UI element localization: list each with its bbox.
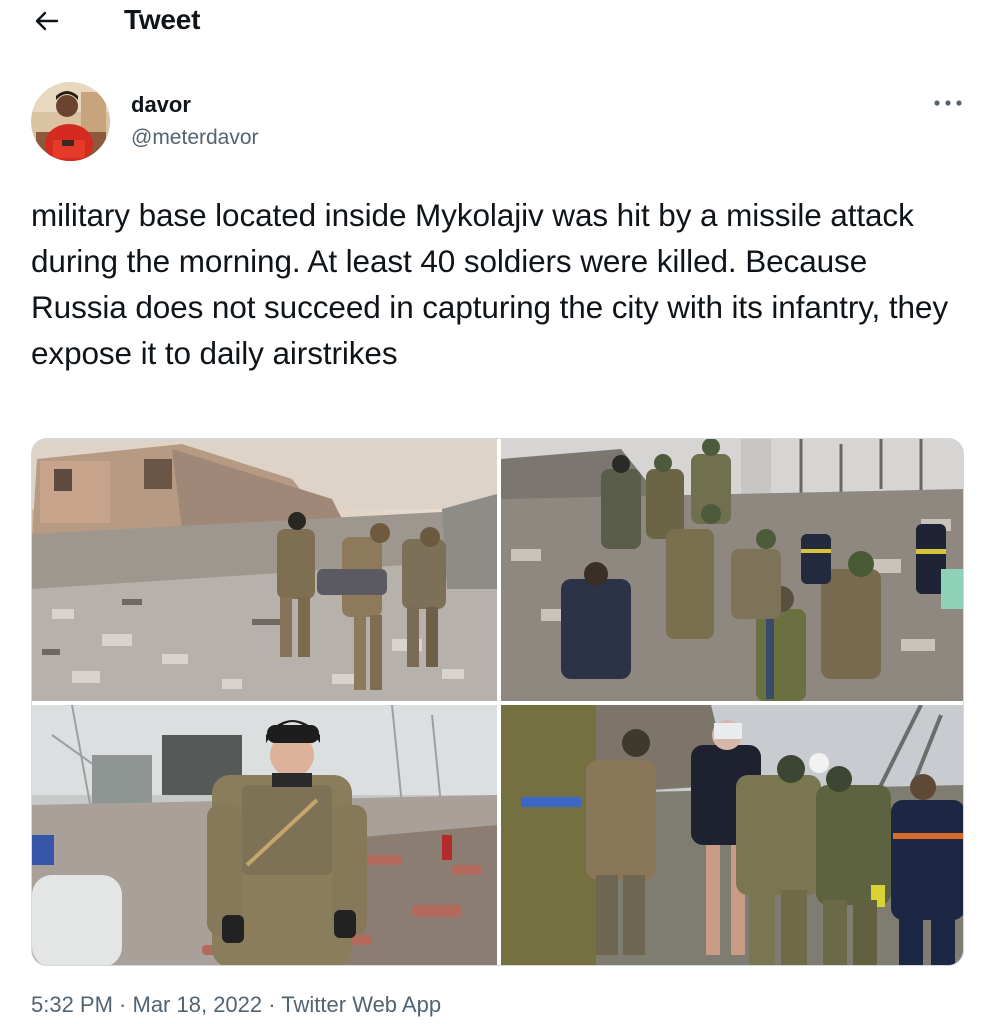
tweet-photo-1[interactable] bbox=[32, 439, 497, 701]
page-header: Tweet bbox=[0, 0, 991, 42]
tweet-date[interactable]: Mar 18, 2022 bbox=[133, 992, 263, 1017]
tweet-media-grid bbox=[31, 438, 964, 966]
tweet-meta: 5:32 PM · Mar 18, 2022 · Twitter Web App bbox=[31, 992, 441, 1018]
author-handle[interactable]: @meterdavor bbox=[131, 126, 259, 150]
arrow-left-icon bbox=[35, 11, 59, 31]
meta-separator: · bbox=[262, 992, 282, 1017]
tweet-page: Tweet davor @meterdavor military base lo… bbox=[0, 0, 991, 1024]
tweet-text: military base located inside Mykolajiv w… bbox=[31, 197, 957, 371]
meta-separator: · bbox=[112, 992, 133, 1017]
tweet-photo-2[interactable] bbox=[501, 439, 963, 701]
page-title: Tweet bbox=[124, 4, 201, 35]
avatar[interactable] bbox=[31, 82, 110, 161]
more-options-button[interactable] bbox=[930, 92, 966, 114]
tweet-photo-3[interactable] bbox=[32, 705, 497, 965]
tweet-source[interactable]: Twitter Web App bbox=[281, 992, 441, 1017]
back-button[interactable] bbox=[32, 6, 62, 36]
tweet-photo-4[interactable] bbox=[501, 705, 963, 965]
author-display-name[interactable]: davor bbox=[131, 92, 191, 118]
more-horizontal-icon bbox=[934, 100, 962, 106]
tweet-time[interactable]: 5:32 PM bbox=[31, 992, 113, 1017]
